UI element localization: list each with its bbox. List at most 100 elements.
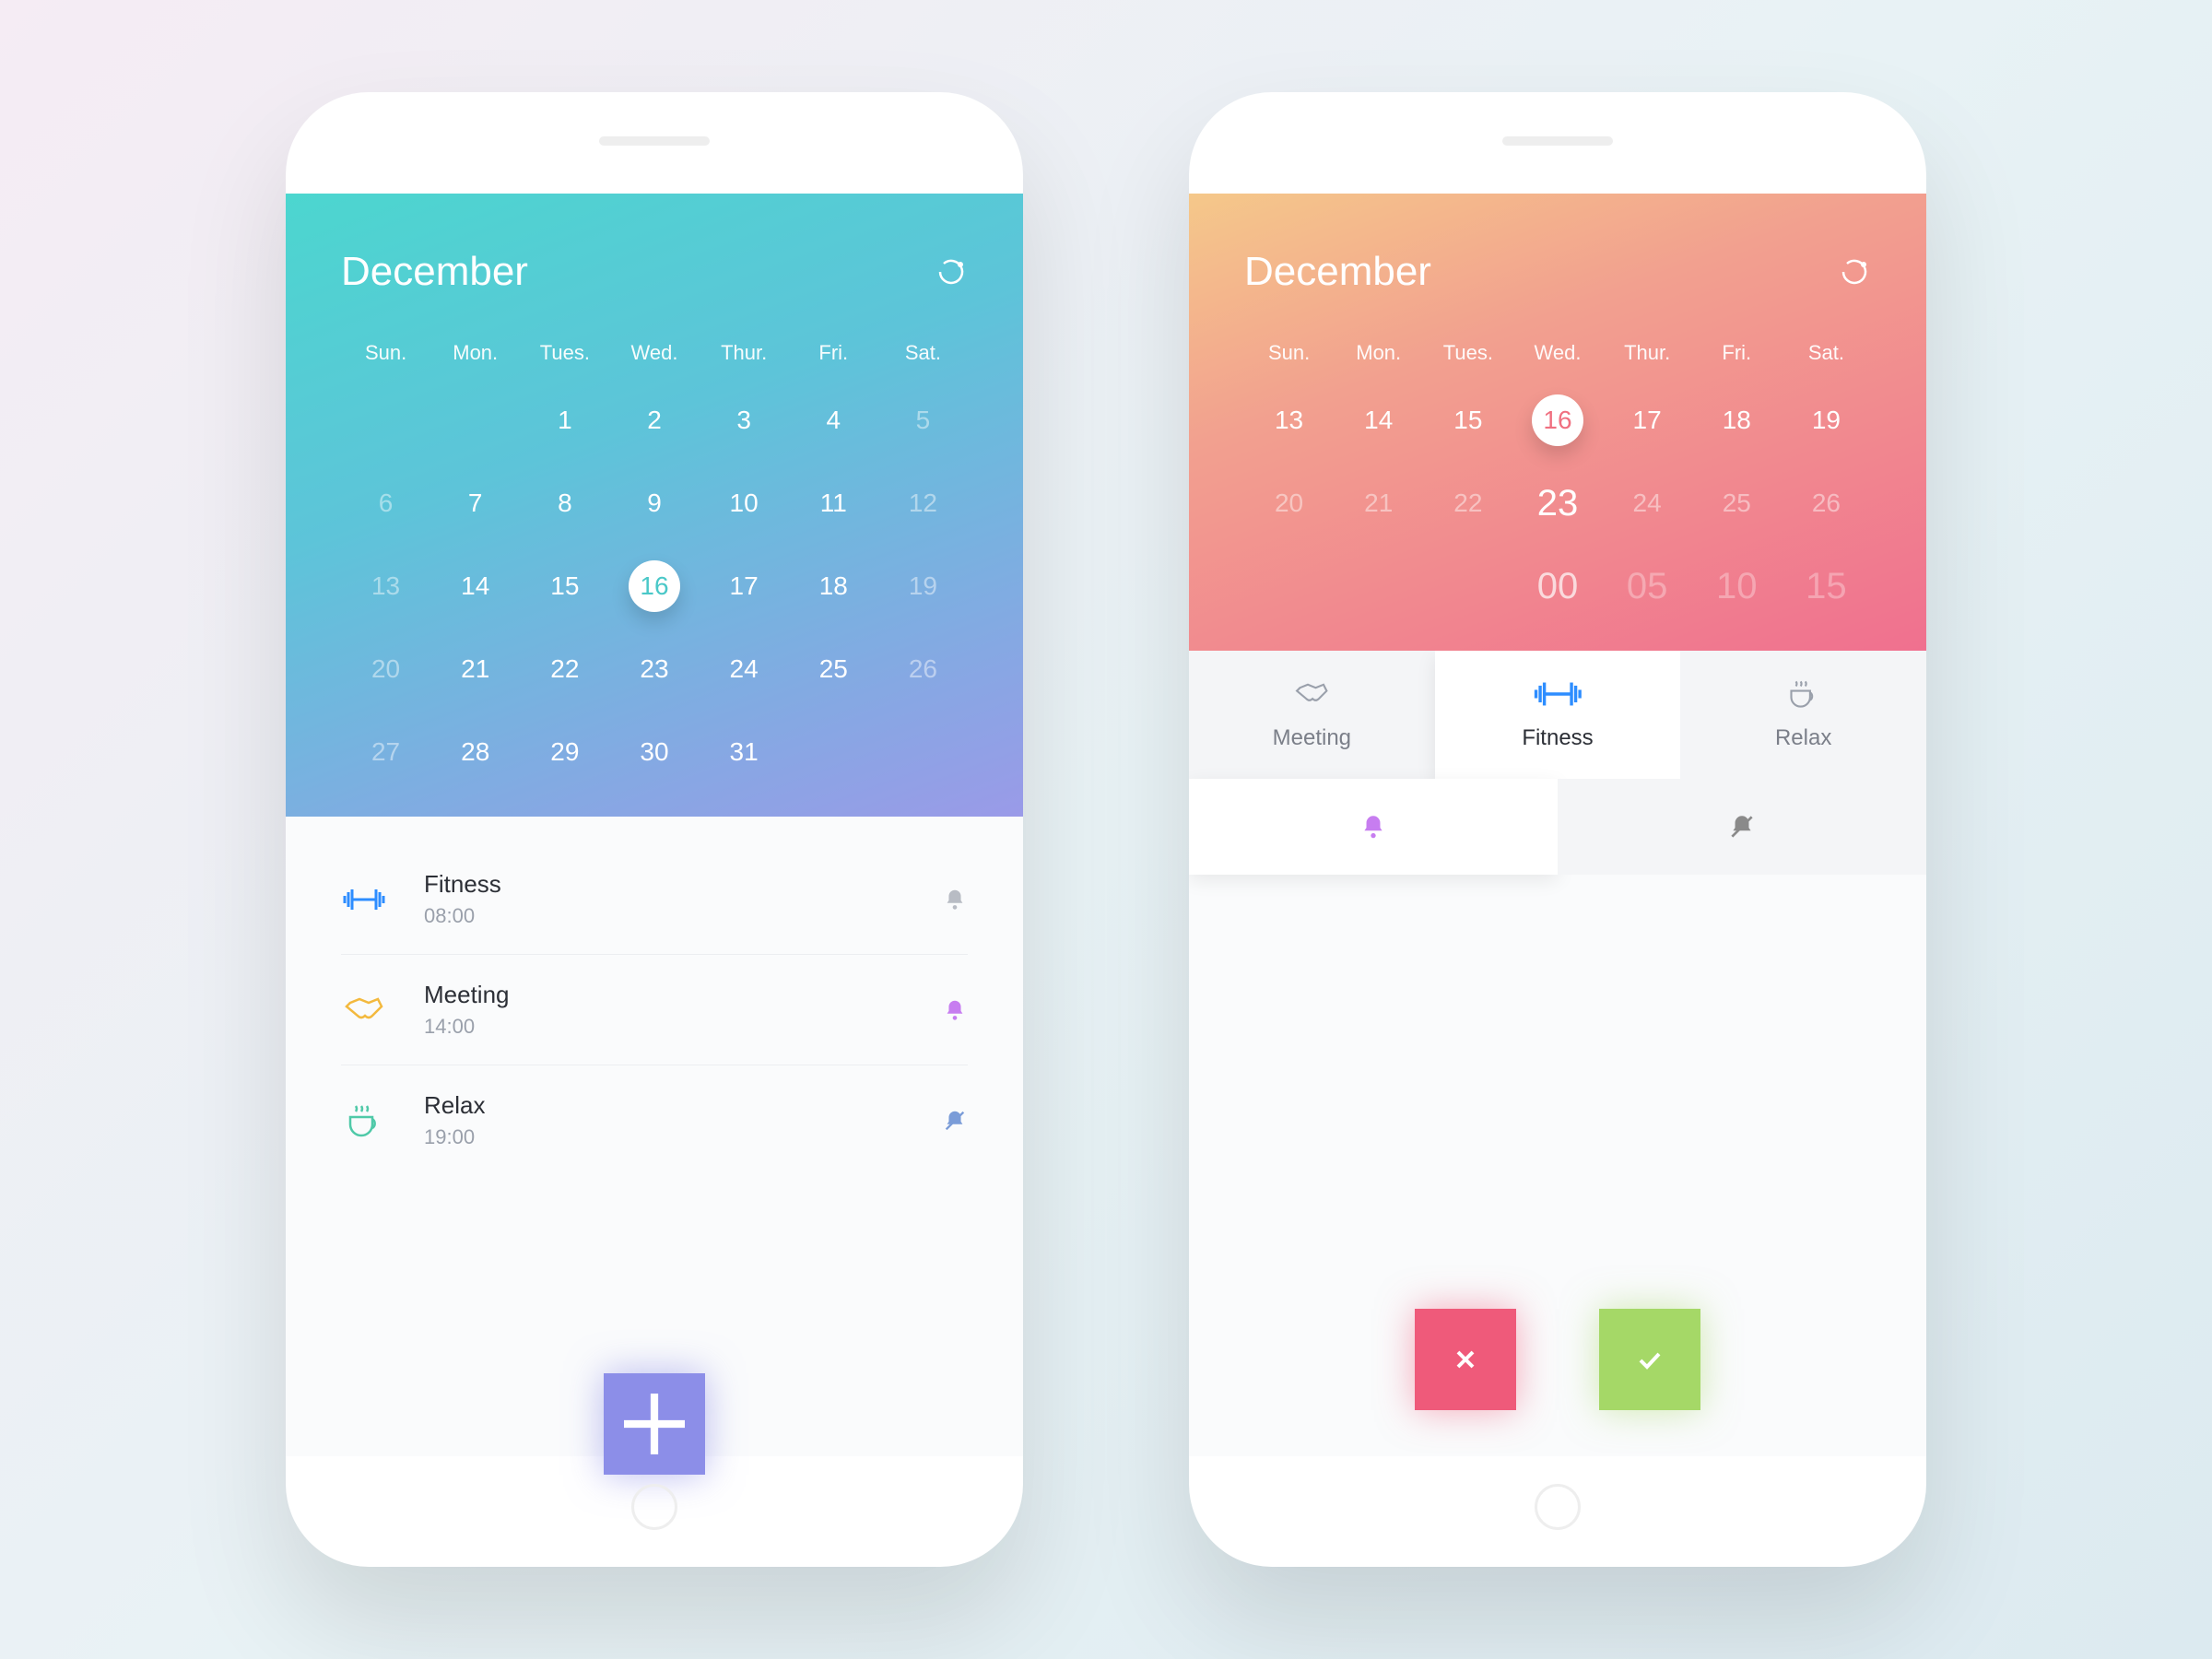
time-minute[interactable]: 10 bbox=[1692, 559, 1782, 614]
category-tab-fitness[interactable]: Fitness bbox=[1435, 651, 1681, 779]
bell-icon[interactable] bbox=[942, 997, 968, 1023]
event-time: 14:00 bbox=[424, 1015, 942, 1039]
calendar-day[interactable]: 8 bbox=[520, 476, 609, 531]
calendar-day[interactable]: 26 bbox=[1782, 476, 1871, 531]
event-text: Relax 19:00 bbox=[424, 1091, 942, 1149]
calendar-day[interactable]: 6 bbox=[341, 476, 430, 531]
calendar-day[interactable]: 24 bbox=[700, 641, 789, 697]
dumbbell-icon bbox=[341, 877, 387, 923]
calendar-day[interactable]: 18 bbox=[789, 559, 878, 614]
calendar-day[interactable]: 16 bbox=[1512, 393, 1602, 448]
phone-calendar-view: December Sun. Mon. Tues. Wed. Thur. Fri.… bbox=[286, 92, 1023, 1567]
add-event-button[interactable] bbox=[604, 1373, 705, 1475]
event-item[interactable]: Relax 19:00 bbox=[341, 1065, 968, 1175]
dow-tue: Tues. bbox=[1423, 341, 1512, 365]
calendar-day[interactable]: 14 bbox=[1334, 393, 1423, 448]
calendar-day[interactable]: 15 bbox=[1423, 393, 1512, 448]
calendar-day[interactable]: 31 bbox=[700, 724, 789, 780]
dow-sun: Sun. bbox=[1244, 341, 1334, 365]
calendar-day[interactable]: 21 bbox=[430, 641, 520, 697]
coffee-icon bbox=[1680, 678, 1926, 725]
calendar-day[interactable]: 12 bbox=[878, 476, 968, 531]
dow-sat: Sat. bbox=[1782, 341, 1871, 365]
dow-sat: Sat. bbox=[878, 341, 968, 365]
calendar-day[interactable]: 21 bbox=[1334, 476, 1423, 531]
calendar-day[interactable]: 18 bbox=[1692, 393, 1782, 448]
cancel-button[interactable] bbox=[1415, 1309, 1516, 1410]
category-label: Fitness bbox=[1435, 725, 1681, 751]
calendar-day[interactable]: 3 bbox=[700, 393, 789, 448]
event-text: Meeting 14:00 bbox=[424, 981, 942, 1039]
time-minute bbox=[1334, 559, 1423, 614]
calendar-day[interactable]: 1 bbox=[520, 393, 609, 448]
home-button[interactable] bbox=[1535, 1484, 1581, 1530]
screen-left: December Sun. Mon. Tues. Wed. Thur. Fri.… bbox=[286, 194, 1023, 1456]
time-minute[interactable]: 15 bbox=[1782, 559, 1871, 614]
calendar-day[interactable]: 26 bbox=[878, 641, 968, 697]
dow-mon: Mon. bbox=[430, 341, 520, 365]
bell-icon[interactable] bbox=[942, 1108, 968, 1134]
calendar-day[interactable]: 17 bbox=[1603, 393, 1692, 448]
bell-icon[interactable] bbox=[942, 887, 968, 912]
calendar-day[interactable]: 28 bbox=[430, 724, 520, 780]
dow-sun: Sun. bbox=[341, 341, 430, 365]
event-text: Fitness 08:00 bbox=[424, 870, 942, 928]
calendar-day[interactable]: 20 bbox=[1244, 476, 1334, 531]
alert-off-button[interactable] bbox=[1558, 779, 1926, 875]
calendar-day[interactable]: 29 bbox=[520, 724, 609, 780]
event-title: Relax bbox=[424, 1091, 942, 1120]
calendar-day[interactable]: 17 bbox=[700, 559, 789, 614]
calendar-day bbox=[341, 393, 430, 448]
calendar-day[interactable]: 23 bbox=[609, 641, 699, 697]
calendar-day[interactable]: 27 bbox=[341, 724, 430, 780]
event-item[interactable]: Fitness 08:00 bbox=[341, 844, 968, 955]
handshake-icon bbox=[1189, 678, 1435, 725]
time-minute[interactable]: 05 bbox=[1603, 559, 1692, 614]
calendar-day[interactable]: 5 bbox=[878, 393, 968, 448]
calendar-day[interactable]: 19 bbox=[1782, 393, 1871, 448]
calendar-header: December Sun. Mon. Tues. Wed. Thur. Fri.… bbox=[1189, 194, 1926, 651]
confirm-button[interactable] bbox=[1599, 1309, 1700, 1410]
dow-mon: Mon. bbox=[1334, 341, 1423, 365]
calendar-day[interactable]: 24 bbox=[1603, 476, 1692, 531]
calendar-day[interactable]: 19 bbox=[878, 559, 968, 614]
dow-tue: Tues. bbox=[520, 341, 609, 365]
calendar-day[interactable]: 20 bbox=[341, 641, 430, 697]
calendar-day[interactable]: 13 bbox=[341, 559, 430, 614]
category-label: Relax bbox=[1680, 725, 1926, 751]
calendar-day[interactable]: 25 bbox=[1692, 476, 1782, 531]
calendar-header: December Sun. Mon. Tues. Wed. Thur. Fri.… bbox=[286, 194, 1023, 817]
calendar-day[interactable]: 14 bbox=[430, 559, 520, 614]
calendar-day[interactable]: 4 bbox=[789, 393, 878, 448]
events-list: Fitness 08:00 Meeting 14:00 Relax 19:00 bbox=[286, 817, 1023, 1456]
calendar-day[interactable]: 10 bbox=[700, 476, 789, 531]
handshake-icon bbox=[341, 987, 387, 1033]
category-tab-relax[interactable]: Relax bbox=[1680, 651, 1926, 779]
calendar-day[interactable]: 25 bbox=[789, 641, 878, 697]
event-time: 19:00 bbox=[424, 1125, 942, 1149]
refresh-icon[interactable] bbox=[1838, 255, 1871, 288]
coffee-icon bbox=[341, 1098, 387, 1144]
calendar-day[interactable]: 22 bbox=[1423, 476, 1512, 531]
calendar-day[interactable]: 7 bbox=[430, 476, 520, 531]
category-tab-meeting[interactable]: Meeting bbox=[1189, 651, 1435, 779]
home-button[interactable] bbox=[631, 1484, 677, 1530]
calendar-day[interactable]: 16 bbox=[609, 559, 699, 614]
calendar-day[interactable]: 9 bbox=[609, 476, 699, 531]
category-label: Meeting bbox=[1189, 725, 1435, 751]
calendar-day[interactable]: 22 bbox=[520, 641, 609, 697]
calendar-day[interactable]: 11 bbox=[789, 476, 878, 531]
refresh-icon[interactable] bbox=[935, 255, 968, 288]
time-minute[interactable]: 00 bbox=[1512, 559, 1602, 614]
calendar-day[interactable]: 15 bbox=[520, 559, 609, 614]
phone-add-event-view: December Sun. Mon. Tues. Wed. Thur. Fri.… bbox=[1189, 92, 1926, 1567]
calendar-day[interactable]: 30 bbox=[609, 724, 699, 780]
day-of-week-row: Sun. Mon. Tues. Wed. Thur. Fri. Sat. bbox=[1244, 341, 1871, 365]
dow-wed: Wed. bbox=[609, 341, 699, 365]
action-row bbox=[1189, 875, 1926, 1456]
calendar-day[interactable]: 13 bbox=[1244, 393, 1334, 448]
calendar-day[interactable]: 23 bbox=[1512, 476, 1602, 531]
event-item[interactable]: Meeting 14:00 bbox=[341, 955, 968, 1065]
alert-on-button[interactable] bbox=[1189, 779, 1558, 875]
calendar-day[interactable]: 2 bbox=[609, 393, 699, 448]
